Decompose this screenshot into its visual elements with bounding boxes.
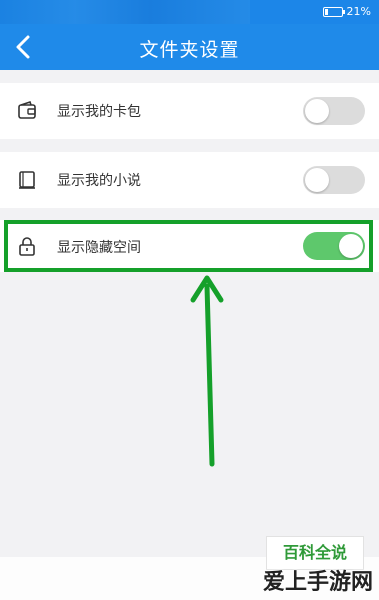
battery-percent: 21%: [346, 5, 371, 18]
toggle-knob: [305, 168, 329, 192]
title-bar: 文件夹设置: [0, 24, 379, 70]
status-right: 21%: [322, 5, 371, 18]
status-bar: 21%: [0, 0, 379, 24]
battery-level: [324, 8, 328, 15]
setting-label: 显示隐藏空间: [57, 240, 141, 256]
page-title: 文件夹设置: [139, 39, 240, 61]
toggle-knob: [305, 99, 329, 123]
setting-row-hidden-space: 显示隐藏空间: [0, 220, 379, 272]
book-icon: [19, 171, 35, 189]
setting-row-novel: 显示我的小说: [0, 152, 379, 208]
battery-icon: [322, 6, 345, 17]
lock-icon: [19, 237, 35, 256]
setting-label: 显示我的小说: [57, 173, 141, 189]
wallet-icon: [18, 100, 36, 119]
hidden-space-toggle[interactable]: [303, 232, 365, 260]
up-arrow-annotation: [190, 275, 224, 467]
toggle-knob: [339, 234, 363, 258]
site-watermark: 爱上手游网: [262, 570, 373, 595]
setting-label: 显示我的卡包: [57, 104, 141, 120]
status-icons-blurred: [0, 0, 250, 24]
wallet-toggle[interactable]: [303, 97, 365, 125]
novel-toggle[interactable]: [303, 166, 365, 194]
setting-row-wallet: 显示我的卡包: [0, 83, 379, 139]
